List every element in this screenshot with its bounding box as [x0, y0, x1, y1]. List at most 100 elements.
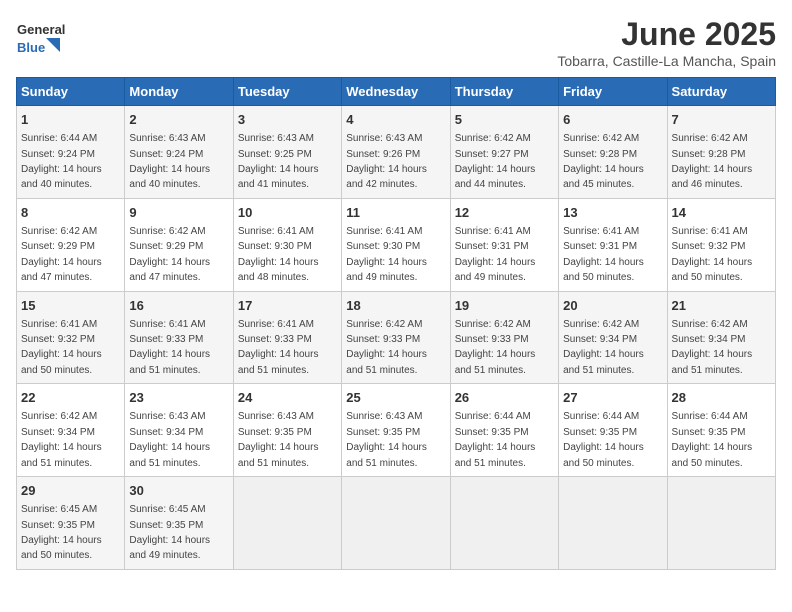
day-number: 18 — [346, 297, 445, 315]
table-row: 20 Sunrise: 6:42 AMSunset: 9:34 PMDaylig… — [559, 291, 667, 384]
logo: General Blue — [16, 16, 66, 61]
sunrise-text: Sunrise: 6:41 AMSunset: 9:32 PMDaylight:… — [21, 319, 102, 376]
table-row: 3 Sunrise: 6:43 AMSunset: 9:25 PMDayligh… — [233, 106, 341, 199]
logo-svg: General Blue — [16, 16, 66, 61]
sunrise-text: Sunrise: 6:41 AMSunset: 9:33 PMDaylight:… — [238, 319, 319, 376]
table-row: 11 Sunrise: 6:41 AMSunset: 9:30 PMDaylig… — [342, 198, 450, 291]
table-row: 6 Sunrise: 6:42 AMSunset: 9:28 PMDayligh… — [559, 106, 667, 199]
day-number: 2 — [129, 111, 228, 129]
sunrise-text: Sunrise: 6:41 AMSunset: 9:31 PMDaylight:… — [563, 226, 644, 283]
header-row: SundayMondayTuesdayWednesdayThursdayFrid… — [17, 78, 776, 106]
sunrise-text: Sunrise: 6:42 AMSunset: 9:33 PMDaylight:… — [346, 319, 427, 376]
table-row: 1 Sunrise: 6:44 AMSunset: 9:24 PMDayligh… — [17, 106, 125, 199]
table-row: 4 Sunrise: 6:43 AMSunset: 9:26 PMDayligh… — [342, 106, 450, 199]
day-number: 16 — [129, 297, 228, 315]
week-row-5: 29 Sunrise: 6:45 AMSunset: 9:35 PMDaylig… — [17, 477, 776, 570]
sunrise-text: Sunrise: 6:43 AMSunset: 9:34 PMDaylight:… — [129, 411, 210, 468]
day-number: 26 — [455, 389, 554, 407]
day-number: 8 — [21, 204, 120, 222]
sunrise-text: Sunrise: 6:43 AMSunset: 9:24 PMDaylight:… — [129, 133, 210, 190]
day-number: 20 — [563, 297, 662, 315]
table-row: 13 Sunrise: 6:41 AMSunset: 9:31 PMDaylig… — [559, 198, 667, 291]
svg-text:General: General — [17, 22, 65, 37]
table-row: 28 Sunrise: 6:44 AMSunset: 9:35 PMDaylig… — [667, 384, 775, 477]
sunrise-text: Sunrise: 6:43 AMSunset: 9:35 PMDaylight:… — [346, 411, 427, 468]
sunrise-text: Sunrise: 6:41 AMSunset: 9:30 PMDaylight:… — [346, 226, 427, 283]
day-number: 15 — [21, 297, 120, 315]
sunrise-text: Sunrise: 6:41 AMSunset: 9:30 PMDaylight:… — [238, 226, 319, 283]
sunrise-text: Sunrise: 6:42 AMSunset: 9:34 PMDaylight:… — [672, 319, 753, 376]
day-number: 3 — [238, 111, 337, 129]
table-row: 14 Sunrise: 6:41 AMSunset: 9:32 PMDaylig… — [667, 198, 775, 291]
sunrise-text: Sunrise: 6:42 AMSunset: 9:29 PMDaylight:… — [129, 226, 210, 283]
day-number: 23 — [129, 389, 228, 407]
sunrise-text: Sunrise: 6:42 AMSunset: 9:33 PMDaylight:… — [455, 319, 536, 376]
day-number: 25 — [346, 389, 445, 407]
col-header-monday: Monday — [125, 78, 233, 106]
table-row — [667, 477, 775, 570]
day-number: 24 — [238, 389, 337, 407]
day-number: 4 — [346, 111, 445, 129]
day-number: 12 — [455, 204, 554, 222]
sunrise-text: Sunrise: 6:42 AMSunset: 9:28 PMDaylight:… — [672, 133, 753, 190]
day-number: 10 — [238, 204, 337, 222]
col-header-tuesday: Tuesday — [233, 78, 341, 106]
sunrise-text: Sunrise: 6:44 AMSunset: 9:35 PMDaylight:… — [672, 411, 753, 468]
header: General Blue June 2025 Tobarra, Castille… — [16, 16, 776, 69]
table-row: 25 Sunrise: 6:43 AMSunset: 9:35 PMDaylig… — [342, 384, 450, 477]
day-number: 11 — [346, 204, 445, 222]
table-row: 26 Sunrise: 6:44 AMSunset: 9:35 PMDaylig… — [450, 384, 558, 477]
day-number: 9 — [129, 204, 228, 222]
table-row: 7 Sunrise: 6:42 AMSunset: 9:28 PMDayligh… — [667, 106, 775, 199]
table-row — [559, 477, 667, 570]
sunrise-text: Sunrise: 6:41 AMSunset: 9:31 PMDaylight:… — [455, 226, 536, 283]
week-row-2: 8 Sunrise: 6:42 AMSunset: 9:29 PMDayligh… — [17, 198, 776, 291]
table-row: 2 Sunrise: 6:43 AMSunset: 9:24 PMDayligh… — [125, 106, 233, 199]
day-number: 30 — [129, 482, 228, 500]
day-number: 13 — [563, 204, 662, 222]
table-row: 15 Sunrise: 6:41 AMSunset: 9:32 PMDaylig… — [17, 291, 125, 384]
table-row: 5 Sunrise: 6:42 AMSunset: 9:27 PMDayligh… — [450, 106, 558, 199]
table-row: 24 Sunrise: 6:43 AMSunset: 9:35 PMDaylig… — [233, 384, 341, 477]
table-row — [233, 477, 341, 570]
main-title: June 2025 — [557, 16, 776, 53]
table-row: 30 Sunrise: 6:45 AMSunset: 9:35 PMDaylig… — [125, 477, 233, 570]
col-header-saturday: Saturday — [667, 78, 775, 106]
day-number: 5 — [455, 111, 554, 129]
day-number: 7 — [672, 111, 771, 129]
table-row: 21 Sunrise: 6:42 AMSunset: 9:34 PMDaylig… — [667, 291, 775, 384]
calendar-table: SundayMondayTuesdayWednesdayThursdayFrid… — [16, 77, 776, 570]
day-number: 27 — [563, 389, 662, 407]
col-header-sunday: Sunday — [17, 78, 125, 106]
table-row: 8 Sunrise: 6:42 AMSunset: 9:29 PMDayligh… — [17, 198, 125, 291]
day-number: 14 — [672, 204, 771, 222]
table-row: 19 Sunrise: 6:42 AMSunset: 9:33 PMDaylig… — [450, 291, 558, 384]
table-row: 23 Sunrise: 6:43 AMSunset: 9:34 PMDaylig… — [125, 384, 233, 477]
sunrise-text: Sunrise: 6:43 AMSunset: 9:35 PMDaylight:… — [238, 411, 319, 468]
sunrise-text: Sunrise: 6:42 AMSunset: 9:34 PMDaylight:… — [21, 411, 102, 468]
day-number: 1 — [21, 111, 120, 129]
sunrise-text: Sunrise: 6:41 AMSunset: 9:33 PMDaylight:… — [129, 319, 210, 376]
table-row: 10 Sunrise: 6:41 AMSunset: 9:30 PMDaylig… — [233, 198, 341, 291]
table-row: 29 Sunrise: 6:45 AMSunset: 9:35 PMDaylig… — [17, 477, 125, 570]
title-area: June 2025 Tobarra, Castille-La Mancha, S… — [557, 16, 776, 69]
sunrise-text: Sunrise: 6:44 AMSunset: 9:35 PMDaylight:… — [563, 411, 644, 468]
day-number: 28 — [672, 389, 771, 407]
col-header-wednesday: Wednesday — [342, 78, 450, 106]
sunrise-text: Sunrise: 6:41 AMSunset: 9:32 PMDaylight:… — [672, 226, 753, 283]
sunrise-text: Sunrise: 6:42 AMSunset: 9:27 PMDaylight:… — [455, 133, 536, 190]
table-row — [450, 477, 558, 570]
day-number: 19 — [455, 297, 554, 315]
sunrise-text: Sunrise: 6:45 AMSunset: 9:35 PMDaylight:… — [129, 504, 210, 561]
sunrise-text: Sunrise: 6:44 AMSunset: 9:35 PMDaylight:… — [455, 411, 536, 468]
table-row: 22 Sunrise: 6:42 AMSunset: 9:34 PMDaylig… — [17, 384, 125, 477]
sunrise-text: Sunrise: 6:45 AMSunset: 9:35 PMDaylight:… — [21, 504, 102, 561]
table-row: 16 Sunrise: 6:41 AMSunset: 9:33 PMDaylig… — [125, 291, 233, 384]
week-row-4: 22 Sunrise: 6:42 AMSunset: 9:34 PMDaylig… — [17, 384, 776, 477]
sunrise-text: Sunrise: 6:44 AMSunset: 9:24 PMDaylight:… — [21, 133, 102, 190]
col-header-friday: Friday — [559, 78, 667, 106]
day-number: 29 — [21, 482, 120, 500]
week-row-1: 1 Sunrise: 6:44 AMSunset: 9:24 PMDayligh… — [17, 106, 776, 199]
col-header-thursday: Thursday — [450, 78, 558, 106]
day-number: 22 — [21, 389, 120, 407]
